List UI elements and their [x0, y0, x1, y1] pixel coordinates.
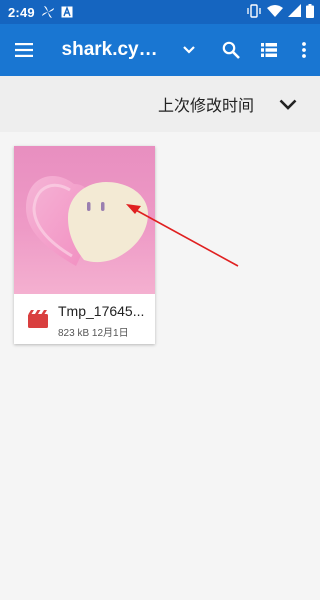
search-button[interactable] — [212, 24, 250, 76]
search-icon — [222, 41, 240, 59]
file-date: 12月1日 — [91, 328, 129, 339]
file-name: Tmp_17645... — [58, 303, 145, 319]
signal-icon — [288, 4, 301, 20]
video-icon — [28, 310, 48, 328]
file-thumbnail — [14, 146, 155, 294]
menu-button[interactable] — [0, 24, 48, 76]
status-bar: 2:49 — [0, 0, 320, 24]
vibrate-icon — [246, 3, 262, 21]
file-card[interactable]: Tmp_17645... 823 kB 12月1日 — [14, 146, 155, 344]
status-right-icons — [246, 3, 314, 21]
chevron-down-icon — [183, 46, 196, 54]
sort-label[interactable]: 上次修改时间 — [158, 92, 254, 116]
more-options-button[interactable] — [288, 24, 320, 76]
file-size: 823 kB — [58, 328, 90, 339]
file-info: Tmp_17645... 823 kB 12月1日 — [14, 294, 155, 344]
wifi-icon — [267, 4, 283, 20]
chevron-down-icon — [279, 99, 297, 110]
sort-bar: 上次修改时间 — [0, 76, 320, 132]
toolbar-title[interactable]: shark.cyhj... — [62, 39, 162, 61]
pinwheel-icon — [41, 5, 55, 19]
app-toolbar: shark.cyhj... — [0, 24, 320, 76]
status-time: 2:49 — [8, 4, 35, 20]
a-icon — [61, 6, 73, 18]
sort-toggle-button[interactable] — [276, 92, 300, 116]
menu-icon — [14, 43, 33, 57]
list-view-button[interactable] — [250, 24, 288, 76]
file-meta: 823 kB 12月1日 — [58, 324, 129, 339]
battery-icon — [306, 3, 314, 21]
list-view-icon — [260, 43, 277, 57]
more-vert-icon — [301, 42, 306, 58]
title-dropdown-button[interactable] — [173, 24, 205, 76]
